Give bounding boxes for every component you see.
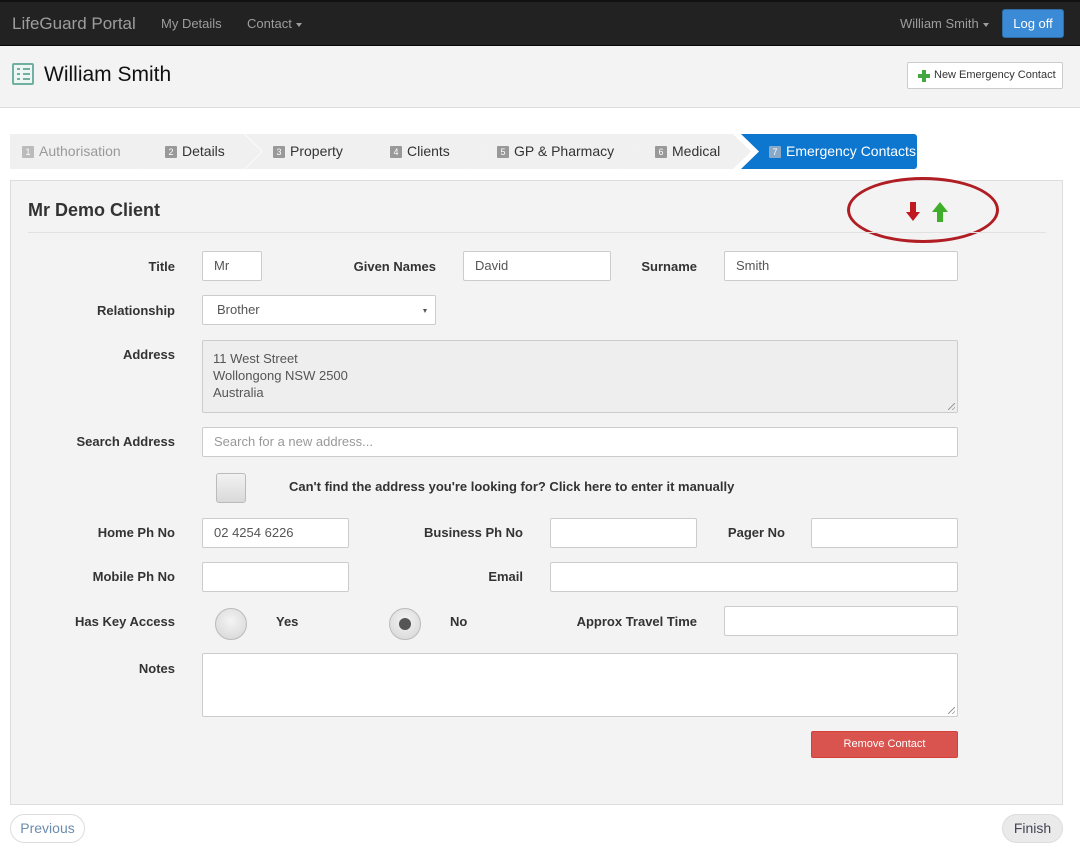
- step-details[interactable]: 2 Details: [137, 134, 262, 169]
- pager-input[interactable]: [811, 518, 958, 548]
- brand-logo[interactable]: LifeGuard Portal: [12, 14, 136, 34]
- previous-button[interactable]: Previous: [10, 814, 85, 843]
- address-line: Wollongong NSW 2500: [213, 368, 348, 383]
- caret-down-icon: [982, 22, 989, 27]
- new-emergency-contact-button[interactable]: New Emergency Contact: [907, 62, 1063, 89]
- key-access-yes-label: Yes: [276, 614, 299, 629]
- step-label: Authorisation: [39, 143, 121, 159]
- page-header: William Smith New Emergency Contact: [0, 46, 1080, 108]
- step-label: Clients: [407, 143, 450, 159]
- resize-handle-icon[interactable]: [948, 707, 955, 714]
- new-emergency-contact-label: New Emergency Contact: [934, 69, 1056, 81]
- email-label: Email: [488, 569, 523, 584]
- contact-heading: Mr Demo Client: [28, 200, 161, 220]
- travel-time-input[interactable]: [724, 606, 958, 636]
- finish-button[interactable]: Finish: [1002, 814, 1063, 843]
- step-gp-pharmacy[interactable]: 5 GP & Pharmacy: [469, 134, 639, 169]
- surname-label: Surname: [641, 259, 697, 274]
- nav-my-details[interactable]: My Details: [161, 16, 222, 31]
- step-label: Medical: [672, 143, 721, 159]
- resize-handle-icon[interactable]: [948, 403, 955, 410]
- relationship-value: Brother: [217, 302, 260, 317]
- user-menu-dropdown[interactable]: William Smith: [900, 16, 989, 31]
- mobile-ph-label: Mobile Ph No: [92, 569, 175, 584]
- contact-panel: Mr Demo Client Title Mr Given Names Davi…: [10, 177, 1063, 805]
- key-access-no-radio[interactable]: [389, 608, 421, 640]
- search-address-input[interactable]: Search for a new address...: [202, 427, 958, 457]
- step-clients[interactable]: 4 Clients: [362, 134, 487, 169]
- travel-time-label: Approx Travel Time: [576, 614, 697, 629]
- checklist-icon: [12, 63, 34, 85]
- nav-contact-dropdown[interactable]: Contact: [247, 16, 302, 31]
- business-ph-input[interactable]: [550, 518, 697, 548]
- nav-contact-label: Contact: [247, 16, 292, 31]
- key-access-label: Has Key Access: [75, 614, 175, 629]
- business-ph-label: Business Ph No: [424, 525, 523, 540]
- home-ph-input[interactable]: 02 4254 6226: [202, 518, 349, 548]
- step-emergency-contacts[interactable]: 7 Emergency Contacts: [741, 134, 917, 169]
- step-number: 2: [165, 146, 177, 158]
- relationship-label: Relationship: [96, 303, 175, 318]
- user-menu-label: William Smith: [900, 16, 979, 31]
- given-names-label: Given Names: [353, 259, 436, 274]
- page-title: William Smith: [44, 63, 172, 86]
- search-address-label: Search Address: [76, 434, 175, 449]
- arrow-up-icon[interactable]: [931, 201, 949, 223]
- step-property[interactable]: 3 Property: [245, 134, 380, 169]
- surname-input[interactable]: Smith: [724, 251, 958, 281]
- address-label: Address: [122, 347, 175, 362]
- address-line: Australia: [213, 385, 264, 400]
- step-label: Details: [182, 143, 225, 159]
- plus-icon: [918, 70, 930, 82]
- home-ph-label: Home Ph No: [97, 525, 175, 540]
- step-label: Property: [290, 143, 343, 159]
- nav-my-details-label: My Details: [161, 16, 222, 31]
- title-label: Title: [148, 259, 176, 274]
- relationship-select[interactable]: Brother: [202, 295, 436, 325]
- caret-down-icon: [295, 22, 302, 27]
- notes-textarea[interactable]: [202, 653, 958, 717]
- key-access-no-label: No: [450, 614, 468, 629]
- mobile-ph-input[interactable]: [202, 562, 349, 592]
- step-number: 6: [655, 146, 667, 158]
- pager-label: Pager No: [727, 525, 785, 540]
- step-number: 7: [769, 146, 781, 158]
- step-label: GP & Pharmacy: [514, 143, 615, 159]
- title-input[interactable]: Mr: [202, 251, 262, 281]
- given-names-input[interactable]: David: [463, 251, 611, 281]
- email-input[interactable]: [550, 562, 958, 592]
- step-number: 1: [22, 146, 34, 158]
- step-medical[interactable]: 6 Medical: [621, 134, 751, 169]
- key-access-yes-radio[interactable]: [215, 608, 247, 640]
- step-label: Emergency Contacts: [786, 143, 916, 159]
- arrow-down-icon[interactable]: [905, 201, 921, 223]
- notes-label: Notes: [138, 661, 175, 676]
- logoff-button[interactable]: Log off: [1002, 9, 1064, 38]
- chevron-down-icon: [423, 309, 427, 313]
- top-navbar: LifeGuard Portal My Details Contact Will…: [0, 0, 1080, 46]
- manual-address-label[interactable]: Can't find the address you're looking fo…: [289, 479, 734, 494]
- manual-address-checkbox[interactable]: [216, 473, 246, 503]
- address-display: 11 West Street Wollongong NSW 2500 Austr…: [202, 340, 958, 413]
- address-line: 11 West Street: [213, 351, 298, 366]
- annotation-ellipse: [847, 177, 999, 243]
- step-number: 5: [497, 146, 509, 158]
- step-number: 4: [390, 146, 402, 158]
- remove-contact-button[interactable]: Remove Contact: [811, 731, 958, 758]
- step-number: 3: [273, 146, 285, 158]
- divider: [28, 232, 1046, 233]
- step-authorisation[interactable]: 1 Authorisation: [10, 134, 155, 169]
